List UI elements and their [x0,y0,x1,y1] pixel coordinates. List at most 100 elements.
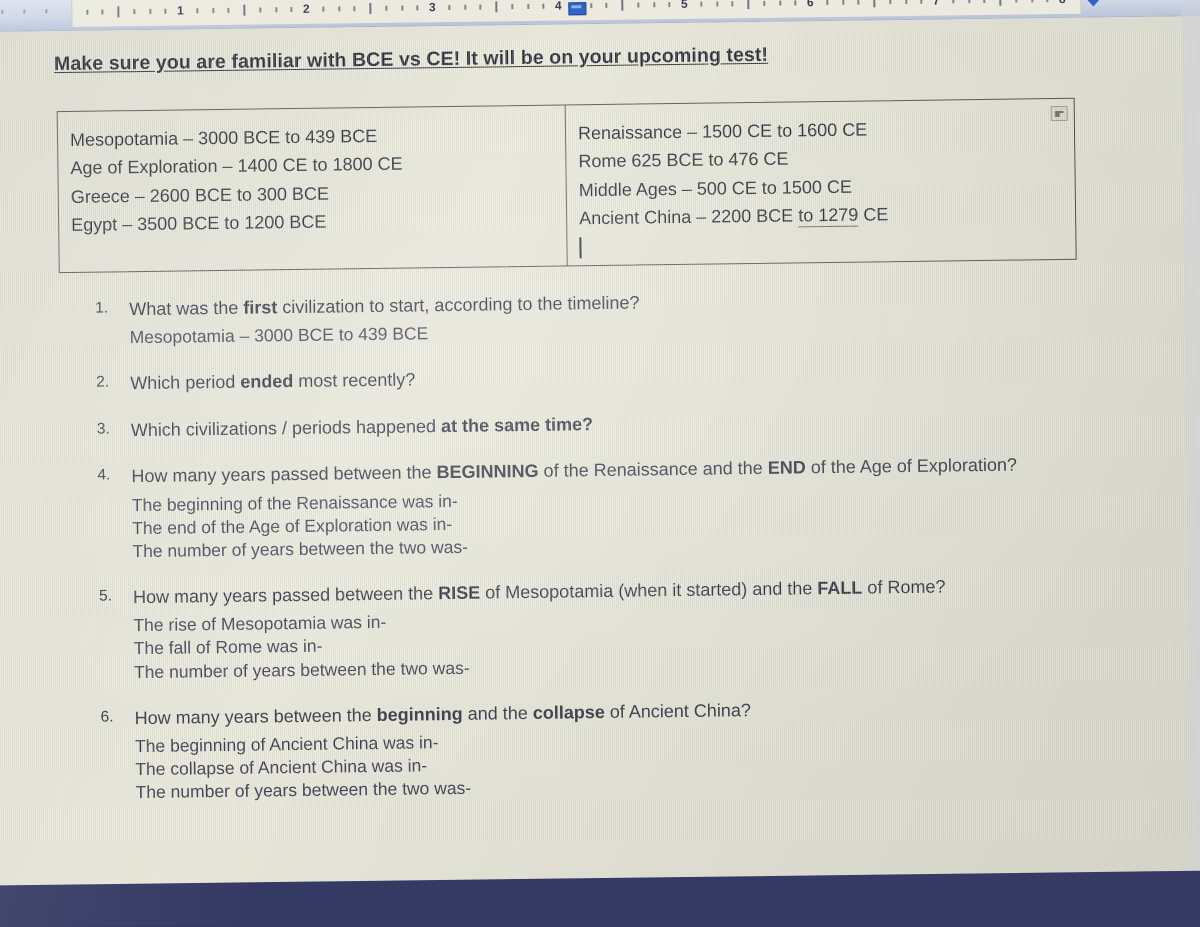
question-number: 2. [96,373,110,392]
question-emphasis: END [767,457,806,479]
question-text-run: of Mesopotamia (when it started) and the [480,578,818,603]
ruler-tick [133,9,136,15]
table-cell-right[interactable]: Renaissance – 1500 CE to 1600 CE Rome 625… [566,99,1076,266]
question-emphasis: first [243,297,278,318]
ruler-tick [353,6,356,12]
ruler-tick [337,6,340,12]
word-processor-window: 1 2 3 4 5 6 7 8 Make sure you are familiar with… [0,0,1200,927]
document-page[interactable]: Make sure you are familiar with BCE vs C… [0,15,1200,927]
right-indent-marker[interactable] [1085,0,1102,7]
ruler-number: 1 [176,3,184,18]
timeline-table[interactable]: Mesopotamia – 3000 BCE to 439 BCE Age of … [56,97,1077,274]
question-item: 2. Which period ended most recently? [88,360,1078,396]
ruler-margin-tick [23,9,26,14]
ruler-tick [148,8,151,14]
table-cell-left[interactable]: Mesopotamia – 3000 BCE to 439 BCE Age of … [57,105,568,273]
ruler-number: 7 [932,0,940,8]
photographed-screen: 1 2 3 4 5 6 7 8 Make sure you are familiar with… [0,0,1200,927]
hanging-indent-marker[interactable] [568,4,585,14]
question-item: 5. How many years passed between the RISE… [91,574,1082,685]
ruler-tick [747,0,750,10]
question-number: 4. [97,466,111,484]
question-emphasis: at the same time? [440,413,594,436]
ruler-margin-tick [45,9,48,14]
ruler-tick [889,0,892,5]
ruler-tick [637,2,640,8]
ruler-tick [841,0,844,5]
ruler-tick [668,2,671,8]
question-text-run: How many years between the [134,704,377,728]
question-emphasis: FALL [817,577,863,599]
ruler-tick [511,4,514,10]
question-item: 6. How many years between the beginning a… [92,694,1083,805]
question-text-run: civilization to start, according to the … [277,292,640,318]
ruler-tick [400,5,403,11]
ruler-tick [448,4,451,10]
ruler-tick [763,0,766,6]
ruler-tick [164,8,167,14]
ruler-margin-tick [1,9,4,14]
question-list: 1. What was the first civilization to sta… [87,286,1084,828]
question-number: 3. [96,420,110,438]
ruler-tick [589,3,592,9]
ruler-tick [967,0,970,4]
ruler-tick [652,2,655,8]
ruler-tick [952,0,955,4]
question-text-run: of the Age of Exploration? [805,454,1018,478]
ruler-tick [227,7,230,13]
question-number: 1. [95,299,109,317]
ruler-tick [794,0,797,6]
ruler-tick [605,2,608,8]
ruler-tick [826,0,829,6]
ruler-tick [211,8,214,14]
ruler-tick [259,7,262,13]
ruler-tick [1030,0,1033,3]
timeline-entry: Egypt – 3500 BCE to 1200 BCE [71,211,327,236]
question-number: 5. [98,587,113,605]
ruler-tick [983,0,986,3]
ruler-tick [920,0,923,4]
ruler-tick [85,9,88,15]
ruler-tick [463,4,466,10]
table-options-icon[interactable] [1050,105,1068,122]
ruler-tick [873,0,876,8]
question-text-run: most recently? [293,369,416,392]
ruler-tick [857,0,860,5]
question-emphasis: collapse [532,701,605,723]
question-text: Which civilizations / periods happened a… [131,407,1079,443]
ruler-number: 3 [428,0,436,15]
ruler-number: 5 [680,0,688,11]
question-number: 6. [100,708,114,726]
question-text: Which period ended most recently? [130,360,1078,396]
ruler-tick [243,4,246,16]
ruler-tick [715,1,718,7]
ruler-tick [700,1,703,7]
question-text-run: Which period [130,372,241,394]
question-text-run: of Ancient China? [604,699,752,722]
question-emphasis: beginning [376,703,463,725]
ruler-tick [778,0,781,6]
question-text-run: What was the [129,297,244,320]
ruler-tick [101,9,104,15]
question-item: 4. How many years passed between the BEGI… [89,453,1080,564]
question-text-run: How many years passed between the [132,583,439,608]
question-emphasis: RISE [438,582,481,604]
ruler-tick [526,3,529,9]
ruler-tick [1015,0,1018,3]
question-text-run: of the Renaissance and the [538,458,768,482]
ruler-number: 8 [1059,0,1066,6]
page-title: Make sure you are familiar with BCE vs C… [53,43,769,76]
spellcheck-underlined-text: to 1279 [798,204,859,228]
ruler-number: 4 [554,0,562,13]
ruler-tick [731,1,734,7]
ruler-tick [542,3,545,9]
ruler-tick [495,1,498,13]
ruler-number: 6 [806,0,814,10]
ruler-tick [290,7,293,13]
ruler-tick [117,6,120,18]
ruler-tick [196,8,199,14]
question-text-run: of Rome? [862,576,946,598]
ruler-tick [479,4,482,10]
question-emphasis: BEGINNING [436,461,539,483]
question-emphasis: ended [240,371,294,393]
